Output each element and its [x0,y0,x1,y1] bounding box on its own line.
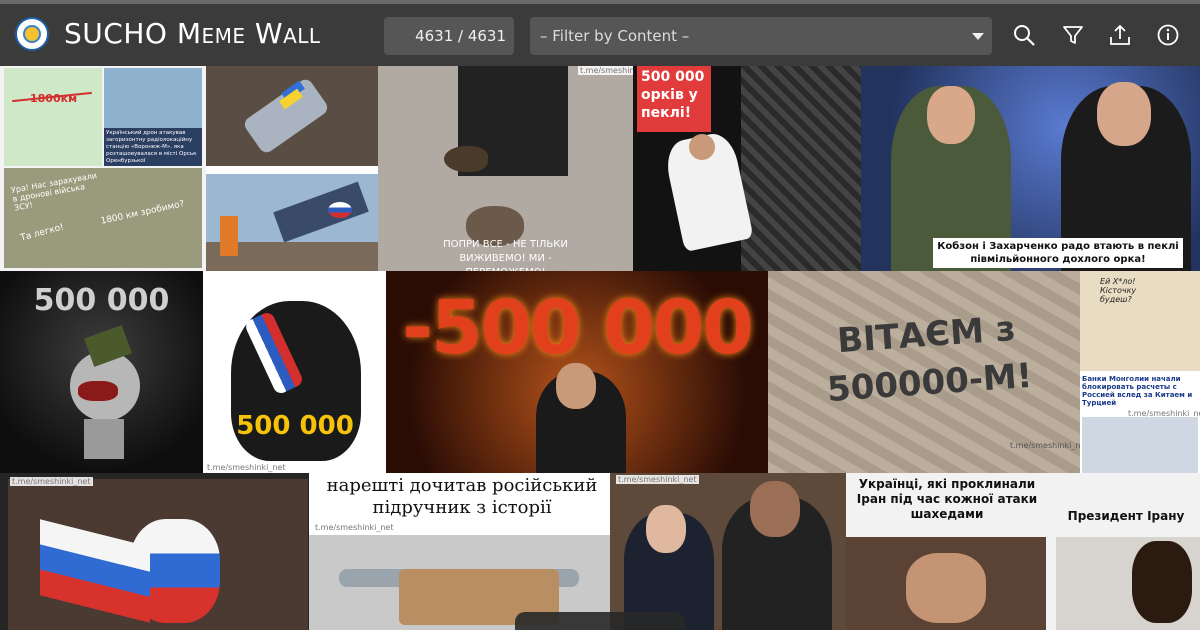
filter-placeholder: – Filter by Content – [540,27,690,45]
meme-tile-bag[interactable]: 500 000 t.me/smeshinki_net [203,271,386,475]
top-bar: SUCHO Meme Wall 4631 / 4631 – Filter by … [0,0,1200,66]
search-icon[interactable] [1011,22,1037,48]
bag-caption: 500 000 [236,411,354,441]
kobzon-caption: Кобзон і Захарченко радо втають в пеклі … [933,238,1183,268]
news-caption-box: Український дрон атакував загоризонтну р… [104,128,202,166]
official-photo [1082,417,1198,473]
radar-photo [104,68,202,128]
meme-tile-toilet-paper[interactable]: t.me/smeshinki_net [0,473,309,630]
meme-tile-putin[interactable]: t.me/smeshinki_net [610,473,846,630]
boot [444,146,488,172]
item-counter: 4631 / 4631 [384,17,514,55]
book-caption: нарешті дочитав російський підручник з і… [326,475,598,518]
meme-tile-shining[interactable]: Українці, які проклинали Іран під час ко… [846,473,1200,630]
sucho-logo[interactable] [15,17,49,51]
content-filter-select[interactable]: – Filter by Content – [530,17,992,55]
meme-tile-field[interactable]: ВІТАЄМ з 500000-М! t.me/smeshinki_net [768,271,1080,473]
meme-tile-mongolia[interactable]: Ей Х*ло! Кісточку будеш? Банки Монголии … [1080,271,1200,473]
grinder-caption: 500 000 [33,283,170,318]
chevron-down-icon [972,33,984,40]
meme-tile-fire[interactable]: -500 000 [386,271,768,473]
info-icon[interactable] [1155,22,1181,48]
bottom-toolbar[interactable] [515,612,685,630]
dancer-caption: 500 000 орків у пеклі! [637,66,711,132]
upload-icon[interactable] [1107,22,1133,48]
kitten-caption: ПОПРИ ВСЕ - НЕ ТІЛЬКИ ВИЖИВЕМО! МИ - ПЕР… [443,239,568,271]
map-distance: 1800км [30,92,78,105]
meme-tile-grinder[interactable]: 500 000 [0,271,203,475]
app-title: SUCHO Meme Wall [64,17,321,50]
cartoon-speech: Ей Х*ло! Кісточку будеш? [1100,277,1137,304]
embroidery-pattern [741,66,861,271]
mongolia-headline: Банки Монголии начали блокировать расчет… [1082,375,1193,407]
field-caption: ВІТАЄМ з 500000-М! [825,308,1034,411]
shining-caption-2: Президент Ірану [1067,509,1185,523]
map-image [4,68,102,166]
filter-icon[interactable] [1060,22,1086,48]
shining-caption-1: Українці, які проклинали Іран під час ко… [856,477,1038,521]
fire-caption: -500 000 [402,285,753,371]
meme-tile-book[interactable]: нарешті дочитав російський підручник з і… [309,473,610,630]
meme-tile-drone-map[interactable]: 1800км Український дрон атакував загориз… [0,66,206,271]
meme-tile-phone-train[interactable] [206,66,378,271]
meme-tile-boot-kitten[interactable]: t.me/smeshinki_net ПОПРИ ВСЕ - НЕ ТІЛЬКИ… [378,66,633,271]
meme-tile-dancer[interactable]: 500 000 орків у пеклі! [633,66,861,271]
meme-tile-kobzon[interactable]: Кобзон і Захарченко радо втають в пеклі … [861,66,1200,271]
